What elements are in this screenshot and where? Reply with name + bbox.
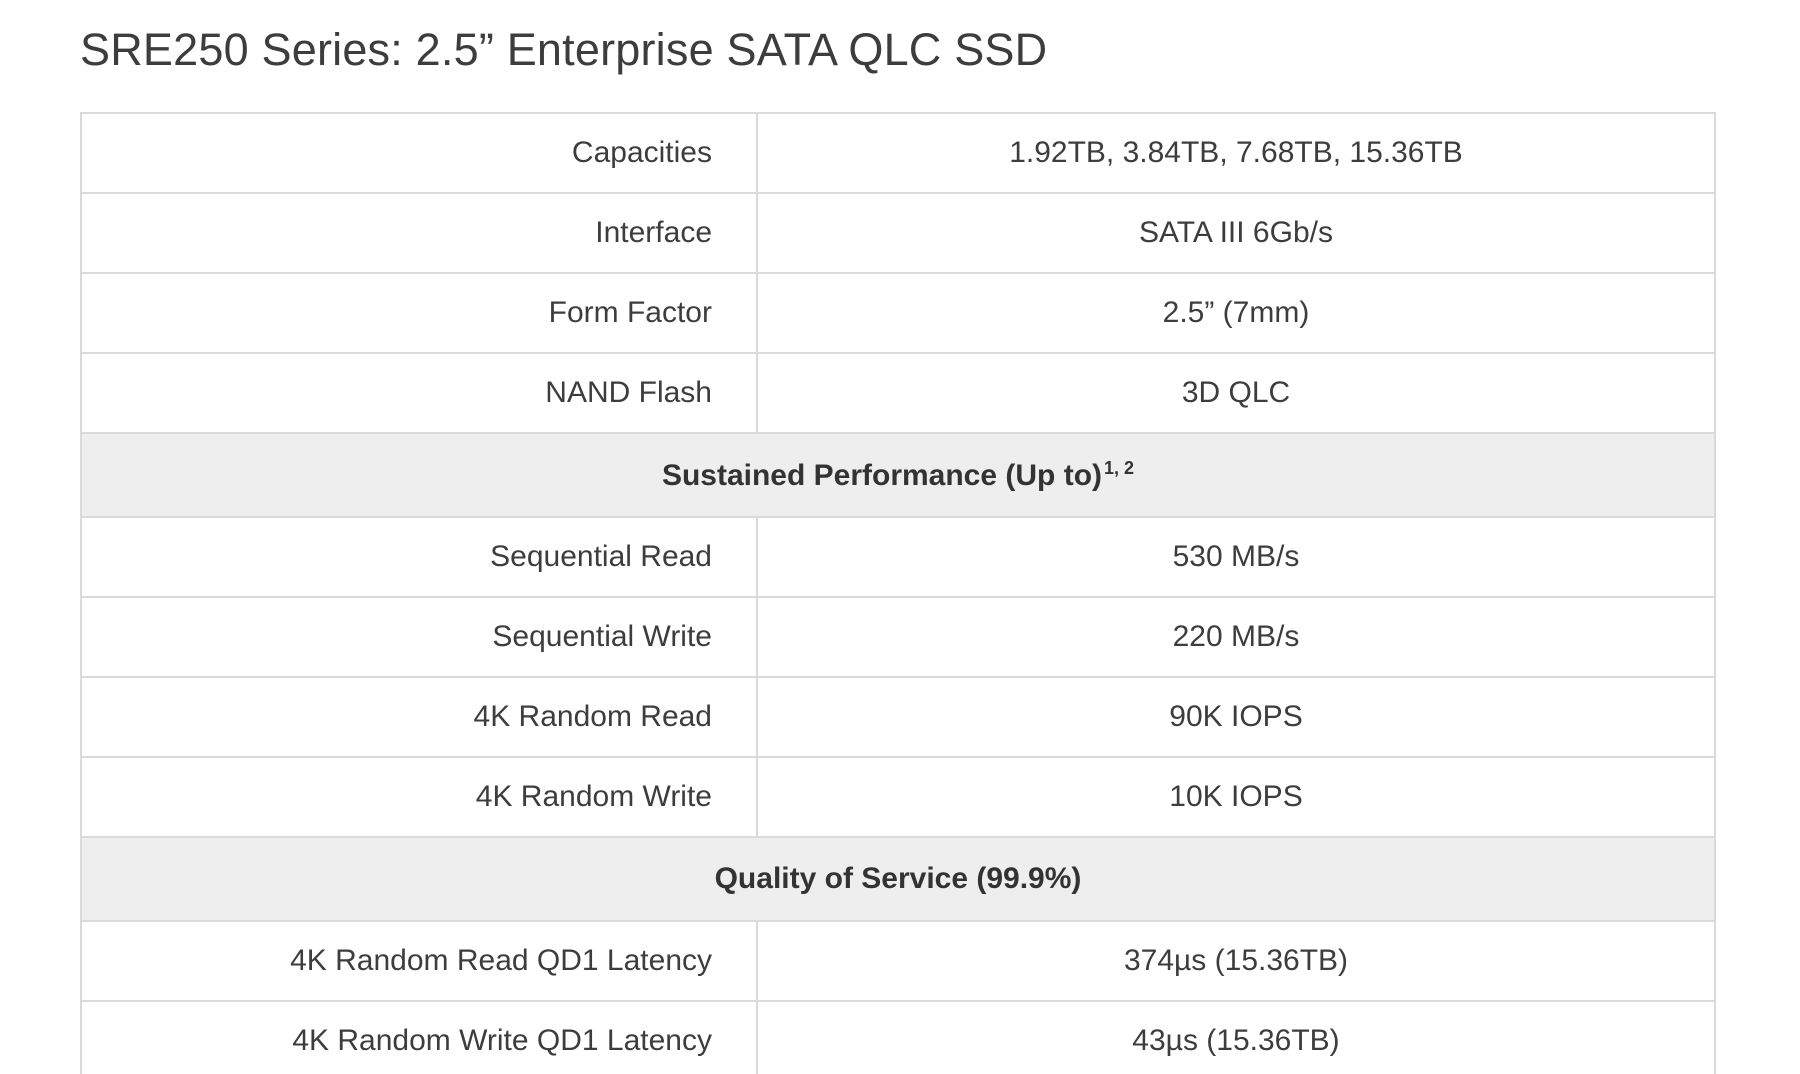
section-header-cell: Sustained Performance (Up to) 1, 2 — [80, 432, 1716, 518]
page-title: SRE250 Series: 2.5” Enterprise SATA QLC … — [80, 24, 1048, 75]
section-header-cell: Quality of Service (99.9%) — [80, 836, 1716, 922]
spec-value: SATA III 6Gb/s — [756, 192, 1716, 274]
spec-row-interface: Interface SATA III 6Gb/s — [80, 192, 1716, 274]
spec-label: Capacities — [80, 112, 758, 194]
spec-label: Sequential Write — [80, 596, 758, 678]
spec-label: 4K Random Read — [80, 676, 758, 758]
spec-value: 3D QLC — [756, 352, 1716, 434]
spec-label: NAND Flash — [80, 352, 758, 434]
section-title: Sustained Performance (Up to) — [661, 458, 1103, 492]
spec-label: Interface — [80, 192, 758, 274]
footnote-reference: 1, 2 — [1104, 457, 1135, 478]
spec-row-write-latency: 4K Random Write QD1 Latency 43µs (15.36T… — [80, 1000, 1716, 1074]
spec-label: Sequential Read — [80, 516, 758, 598]
spec-row-read-latency: 4K Random Read QD1 Latency 374µs (15.36T… — [80, 920, 1716, 1002]
spec-label: Form Factor — [80, 272, 758, 354]
spec-row-sequential-write: Sequential Write 220 MB/s — [80, 596, 1716, 678]
spec-label: 4K Random Write QD1 Latency — [80, 1000, 758, 1074]
spec-row-4k-random-write: 4K Random Write 10K IOPS — [80, 756, 1716, 838]
spec-table: Capacities 1.92TB, 3.84TB, 7.68TB, 15.36… — [80, 112, 1716, 1074]
spec-value: 10K IOPS — [756, 756, 1716, 838]
spec-label: 4K Random Read QD1 Latency — [80, 920, 758, 1002]
section-header-quality-of-service: Quality of Service (99.9%) — [80, 836, 1716, 922]
section-header-sustained-performance: Sustained Performance (Up to) 1, 2 — [80, 432, 1716, 518]
section-title: Quality of Service (99.9%) — [714, 862, 1082, 895]
spec-value: 374µs (15.36TB) — [756, 920, 1716, 1002]
spec-row-capacities: Capacities 1.92TB, 3.84TB, 7.68TB, 15.36… — [80, 112, 1716, 194]
spec-value: 220 MB/s — [756, 596, 1716, 678]
spec-row-sequential-read: Sequential Read 530 MB/s — [80, 516, 1716, 598]
spec-label: 4K Random Write — [80, 756, 758, 838]
spec-value: 90K IOPS — [756, 676, 1716, 758]
spec-value: 43µs (15.36TB) — [756, 1000, 1716, 1074]
spec-row-nand-flash: NAND Flash 3D QLC — [80, 352, 1716, 434]
spec-value: 1.92TB, 3.84TB, 7.68TB, 15.36TB — [756, 112, 1716, 194]
spec-row-4k-random-read: 4K Random Read 90K IOPS — [80, 676, 1716, 758]
spec-value: 530 MB/s — [756, 516, 1716, 598]
spec-value: 2.5” (7mm) — [756, 272, 1716, 354]
spec-row-form-factor: Form Factor 2.5” (7mm) — [80, 272, 1716, 354]
